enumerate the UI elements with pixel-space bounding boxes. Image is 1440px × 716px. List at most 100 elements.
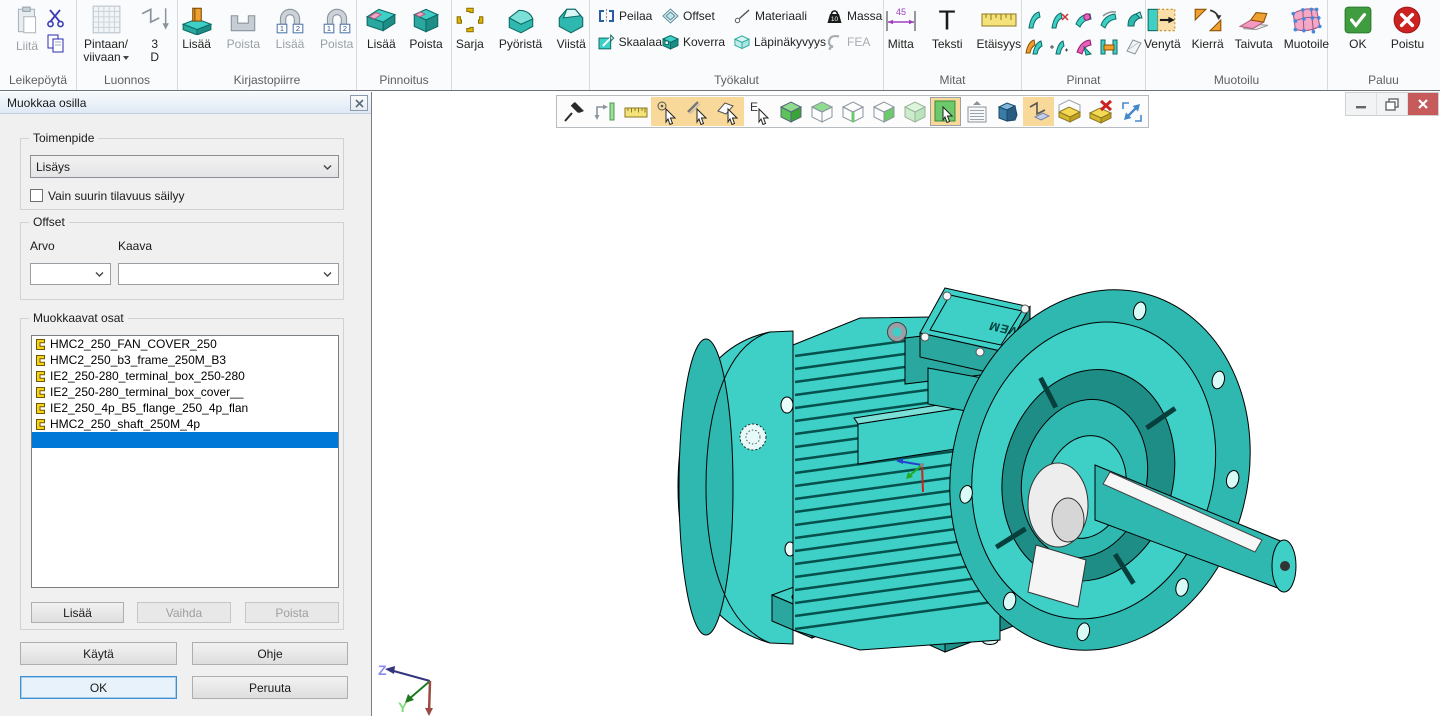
close-window-button[interactable] (1408, 93, 1438, 115)
material-button[interactable]: Materiaali (734, 8, 826, 24)
solid-cube-icon (778, 99, 804, 125)
surface-cone-icon (1074, 37, 1094, 57)
ok-dialog-button[interactable]: OK (20, 676, 177, 699)
shape-button[interactable]: Muotoile (1281, 5, 1332, 51)
display-solid-button[interactable] (775, 97, 806, 126)
surface-offset-button[interactable] (1022, 33, 1046, 60)
library2-remove-button[interactable]: 1 2 Poista (317, 5, 356, 51)
chamfer-button[interactable]: Viistä (552, 5, 590, 51)
value-dropdown[interactable] (30, 263, 111, 285)
action-group-label: Toimenpide (29, 131, 98, 145)
list-item[interactable]: HMC2_250_FAN_COVER_250 (32, 336, 338, 352)
show-solid-button[interactable] (992, 97, 1023, 126)
exit-button[interactable]: Poistu (1388, 5, 1427, 51)
surface-move-button[interactable] (1047, 33, 1071, 60)
cut-button[interactable] (45, 7, 67, 29)
sketch-3d-label: 3D (150, 38, 159, 64)
dimension-button[interactable]: 45 Mitta (881, 5, 921, 51)
ok-button[interactable]: OK (1340, 5, 1376, 51)
select-edge-button[interactable] (682, 97, 713, 126)
library-add-button[interactable]: Lisää (178, 5, 216, 51)
coating-add-button[interactable]: Lisää (362, 5, 400, 51)
select-point-button[interactable] (651, 97, 682, 126)
pattern-button[interactable]: Sarja (451, 5, 489, 51)
action-dropdown-value: Lisäys (36, 160, 70, 174)
display-edge-button[interactable] (837, 97, 868, 126)
remove-part-button[interactable]: Poista (245, 602, 339, 623)
apply-button[interactable]: Käytä (20, 642, 177, 665)
select-element-button[interactable]: E (744, 97, 775, 126)
surface-delete-button[interactable] (1047, 6, 1071, 33)
select-solid-button[interactable] (930, 97, 961, 126)
sketch-3d-button[interactable]: 3D (136, 5, 174, 64)
list-item[interactable]: IE2_250_4p_B5_flange_250_4p_flan (32, 400, 338, 416)
restore-button[interactable] (1377, 93, 1408, 115)
part-icon (34, 418, 47, 431)
part-icon (34, 370, 47, 383)
surface-extend-button[interactable] (1097, 6, 1121, 33)
pin-toolbar-button[interactable] (558, 97, 589, 126)
display-top-face-button[interactable] (806, 97, 837, 126)
expand-view-button[interactable] (1116, 97, 1147, 126)
add-part-button[interactable]: Lisää (31, 602, 124, 623)
sketch-on-surface-button[interactable]: Pintaan/viivaan (80, 5, 131, 64)
minimize-button[interactable] (1346, 93, 1377, 115)
surface-button[interactable] (1022, 6, 1046, 33)
change-part-button[interactable]: Vaihda (137, 602, 231, 623)
dialog-close-button[interactable] (350, 95, 368, 111)
measure-button[interactable] (620, 97, 651, 126)
sketch-mode-icon (1026, 99, 1052, 125)
cube-edge-icon (840, 99, 866, 125)
formula-dropdown[interactable] (118, 263, 339, 285)
surface-cone-button[interactable] (1072, 33, 1096, 60)
paste-button[interactable]: Liitä (9, 5, 45, 53)
library-remove-button[interactable]: Poista (224, 5, 263, 51)
text-button[interactable]: T Teksti (929, 5, 966, 51)
group-label-deform: Muotoilu (1146, 73, 1327, 87)
library2-add-icon: 1 2 (274, 5, 306, 35)
help-button[interactable]: Ohje (192, 642, 348, 665)
list-item[interactable]: IE2_250-280_terminal_box_cover__ (32, 384, 338, 400)
fit-dimension-button[interactable] (589, 97, 620, 126)
keep-largest-volume-checkbox[interactable] (30, 189, 43, 202)
selection-list-button[interactable] (961, 97, 992, 126)
surface-trim-button[interactable] (1097, 33, 1121, 60)
display-translucent-button[interactable] (899, 97, 930, 126)
3d-viewport[interactable]: VEM Z (372, 91, 1440, 716)
list-item-selected[interactable] (32, 432, 338, 448)
mass-button[interactable]: 10 Massa (826, 8, 888, 24)
workplane-button[interactable] (1054, 97, 1085, 126)
svg-text:1: 1 (280, 24, 284, 33)
cancel-button[interactable]: Peruuta (192, 676, 348, 699)
action-dropdown[interactable]: Lisäys (30, 155, 339, 178)
scale-button[interactable]: Skaalaa (598, 34, 662, 50)
fea-button[interactable]: FEA (826, 34, 888, 50)
offset-button[interactable]: Offset (662, 8, 734, 24)
dialog-titlebar[interactable]: Muokkaa osilla (0, 92, 371, 114)
transparency-button[interactable]: Läpinäkyvyys (734, 34, 826, 50)
list-item[interactable]: HMC2_250_shaft_250M_4p (32, 416, 338, 432)
list-item[interactable]: IE2_250-280_terminal_box_250-280 (32, 368, 338, 384)
rotate-button[interactable]: Kierrä (1189, 5, 1227, 51)
stretch-button[interactable]: Venytä (1141, 5, 1184, 51)
cube-top-face-icon (809, 99, 835, 125)
select-face-button[interactable] (713, 97, 744, 126)
library-add-icon (181, 5, 213, 35)
chamfer-icon (555, 5, 587, 35)
scale-icon (598, 34, 615, 50)
workplane-delete-button[interactable] (1085, 97, 1116, 126)
mirror-button[interactable]: Peilaa (598, 8, 662, 24)
list-item[interactable]: HMC2_250_b3_frame_250M_B3 (32, 352, 338, 368)
parts-listbox[interactable]: HMC2_250_FAN_COVER_250 HMC2_250_b3_frame… (31, 335, 339, 588)
sketch-mode-button[interactable] (1023, 97, 1054, 126)
hollow-button[interactable]: Koverra (662, 34, 734, 50)
coating-remove-button[interactable]: Poista (406, 5, 445, 51)
bend-button[interactable]: Taivuta (1232, 5, 1276, 51)
surface-fillet-button[interactable] (1072, 6, 1096, 33)
fillet-button[interactable]: Pyöristä (496, 5, 545, 51)
ribbon-group-clipboard: Liitä (0, 0, 77, 90)
display-face-button[interactable] (868, 97, 899, 126)
library2-add-button[interactable]: 1 2 Lisää (271, 5, 309, 51)
copy-button[interactable] (45, 33, 67, 55)
distance-button[interactable]: Etäisyys (974, 5, 1025, 51)
